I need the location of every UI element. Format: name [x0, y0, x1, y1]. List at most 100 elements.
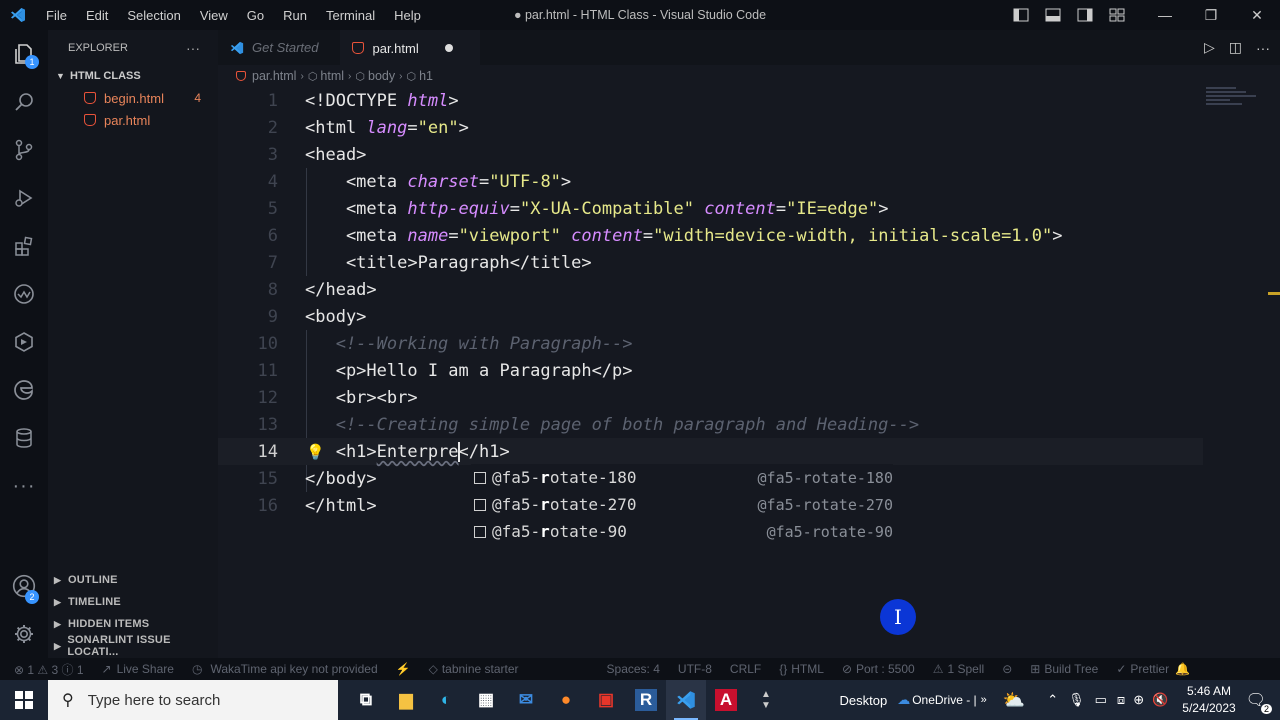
- microsoft-store-icon[interactable]: ▦: [466, 680, 506, 720]
- breadcrumb-html[interactable]: html: [320, 69, 344, 83]
- language-status[interactable]: {} HTML: [779, 662, 824, 676]
- code-text: <!DOCTYPE html>: [305, 90, 459, 111]
- source-control-icon[interactable]: [0, 126, 48, 174]
- section-hidden-items[interactable]: ▶ HIDDEN ITEMS: [48, 613, 218, 635]
- more-actions-icon[interactable]: ···: [1256, 40, 1270, 56]
- battery-icon[interactable]: ▭: [1095, 692, 1107, 708]
- acrobat-reader-icon[interactable]: A: [706, 680, 746, 720]
- toolbar-overflow-icon[interactable]: »: [981, 694, 987, 706]
- remote-explorer-icon[interactable]: [0, 318, 48, 366]
- suggestion-widget: @fa5-rotate-180 @fa5-rotate-180 @fa5-rot…: [471, 464, 893, 545]
- suggestion-item[interactable]: @fa5-rotate-180 @fa5-rotate-180: [471, 464, 893, 491]
- problems-status[interactable]: ⊗ 1 ⚠ 3 ⓘ 1: [14, 661, 84, 678]
- firefox-icon[interactable]: ●: [546, 680, 586, 720]
- mail-icon[interactable]: ✉: [506, 680, 546, 720]
- breadcrumb-h1[interactable]: h1: [419, 69, 433, 83]
- build-tree-status[interactable]: ⊞ Build Tree: [1030, 662, 1098, 676]
- customize-layout-icon[interactable]: [1106, 8, 1128, 22]
- desktop-toolbar[interactable]: Desktop: [839, 693, 887, 708]
- taskbar-scroll-icon[interactable]: ▲ ▼: [746, 680, 786, 720]
- code-editor[interactable]: 1 <!DOCTYPE html> 2 <html lang="en"> 3 <hea…: [218, 87, 1208, 519]
- vscode-taskbar-icon[interactable]: [666, 680, 706, 720]
- toggle-primary-sidebar-icon[interactable]: [1010, 8, 1032, 22]
- task-view-icon[interactable]: ⧉: [346, 680, 386, 720]
- eol-status[interactable]: CRLF: [730, 662, 761, 676]
- toggle-panel-icon[interactable]: [1042, 8, 1064, 22]
- wakatime-status[interactable]: ◷ WakaTime api key not provided: [192, 662, 378, 676]
- encoding-status[interactable]: UTF-8: [678, 662, 712, 676]
- onedrive-toolbar[interactable]: OneDrive - |: [912, 693, 976, 707]
- restore-button[interactable]: ❐: [1188, 0, 1234, 30]
- suggestion-item[interactable]: @fa5-rotate-270 @fa5-rotate-270: [471, 491, 893, 518]
- menu-help[interactable]: Help: [392, 6, 423, 25]
- menu-run[interactable]: Run: [281, 6, 309, 25]
- explorer-more-icon[interactable]: ···: [186, 40, 200, 56]
- breadcrumb-body[interactable]: body: [368, 69, 395, 83]
- edge-browser-icon[interactable]: ◐: [426, 680, 466, 720]
- live-share-status[interactable]: ↗ Live Share: [102, 662, 174, 676]
- taskbar-clock[interactable]: 5:46 AM 5/24/2023: [1182, 683, 1235, 717]
- weather-icon[interactable]: ⛅: [1003, 690, 1025, 711]
- run-icon[interactable]: ▷: [1204, 39, 1215, 56]
- extensions-icon[interactable]: [0, 222, 48, 270]
- menu-edit[interactable]: Edit: [84, 6, 110, 25]
- minimize-button[interactable]: —: [1142, 0, 1188, 30]
- file-begin-html[interactable]: begin.html 4: [48, 87, 218, 109]
- explorer-icon[interactable]: 1: [0, 30, 48, 78]
- folder-label: HTML CLASS: [70, 70, 141, 82]
- tab-par-html[interactable]: par.html: [340, 30, 481, 65]
- file-explorer-icon[interactable]: ▆: [386, 680, 426, 720]
- eye-off-icon[interactable]: ⊝: [1002, 662, 1012, 676]
- onedrive-icon[interactable]: ☁: [897, 692, 910, 708]
- section-sonarlint[interactable]: ▶ SONARLINT ISSUE LOCATI...: [48, 634, 218, 658]
- spaces-status[interactable]: Spaces: 4: [607, 662, 660, 676]
- r-studio-icon[interactable]: R: [626, 680, 666, 720]
- sync-icon[interactable]: ⚡: [396, 662, 411, 676]
- prettier-status[interactable]: ✓ Prettier: [1116, 662, 1169, 676]
- code-text: </head>: [305, 279, 377, 300]
- menu-view[interactable]: View: [198, 6, 230, 25]
- wakatime-icon[interactable]: [0, 270, 48, 318]
- menu-go[interactable]: Go: [245, 6, 266, 25]
- toggle-secondary-sidebar-icon[interactable]: [1074, 8, 1096, 22]
- acrobat-icon[interactable]: ▣: [586, 680, 626, 720]
- meet-now-icon[interactable]: ⧈: [1117, 692, 1125, 708]
- run-debug-icon[interactable]: [0, 174, 48, 222]
- notifications-bell-icon[interactable]: 🔔: [1175, 662, 1190, 676]
- tag-icon: ⬡: [355, 70, 365, 83]
- language-globe-icon[interactable]: ⊕: [1133, 692, 1144, 708]
- accounts-icon[interactable]: 2: [0, 562, 48, 610]
- section-timeline[interactable]: ▶ TIMELINE: [48, 591, 218, 613]
- port-status[interactable]: ⊘ Port : 5500: [842, 662, 915, 676]
- chevron-right-icon: ›: [399, 70, 403, 82]
- search-icon[interactable]: [0, 78, 48, 126]
- show-hidden-icons-icon[interactable]: ⌃: [1047, 692, 1058, 708]
- manage-gear-icon[interactable]: [0, 610, 48, 658]
- volume-muted-icon[interactable]: 🔇: [1152, 692, 1168, 708]
- suggestion-label: @fa5-rotate-180: [492, 468, 637, 487]
- spell-status[interactable]: ⚠ 1 Spell: [933, 662, 984, 676]
- menu-bar: File Edit Selection View Go Run Terminal…: [36, 6, 438, 25]
- edge-devtools-icon[interactable]: [0, 366, 48, 414]
- more-icon[interactable]: ···: [0, 462, 48, 510]
- menu-terminal[interactable]: Terminal: [324, 6, 377, 25]
- windows-start-icon[interactable]: [0, 680, 48, 720]
- tabnine-status[interactable]: ◇ tabnine starter: [429, 662, 519, 676]
- tab-get-started[interactable]: Get Started: [218, 30, 330, 65]
- split-editor-icon[interactable]: ◫: [1229, 39, 1242, 56]
- minimap[interactable]: [1206, 87, 1264, 117]
- section-outline[interactable]: ▶ OUTLINE: [48, 569, 218, 591]
- breadcrumb-file[interactable]: par.html: [252, 69, 296, 83]
- unsaved-dot-icon[interactable]: [444, 44, 453, 52]
- microphone-icon[interactable]: 🎙: [1068, 692, 1085, 708]
- menu-selection[interactable]: Selection: [125, 6, 182, 25]
- taskbar-search-box[interactable]: ⚲ Type here to search: [48, 680, 338, 720]
- menu-file[interactable]: File: [44, 6, 69, 25]
- file-par-html[interactable]: par.html: [48, 109, 218, 131]
- folder-html-class[interactable]: ▼ HTML CLASS: [48, 65, 218, 87]
- snippet-icon: [474, 471, 486, 484]
- suggestion-item[interactable]: @fa5-rotate-90 @fa5-rotate-90: [471, 518, 893, 545]
- database-icon[interactable]: [0, 414, 48, 462]
- close-button[interactable]: ✕: [1234, 0, 1280, 30]
- action-center-icon[interactable]: 🗨 2: [1246, 690, 1272, 714]
